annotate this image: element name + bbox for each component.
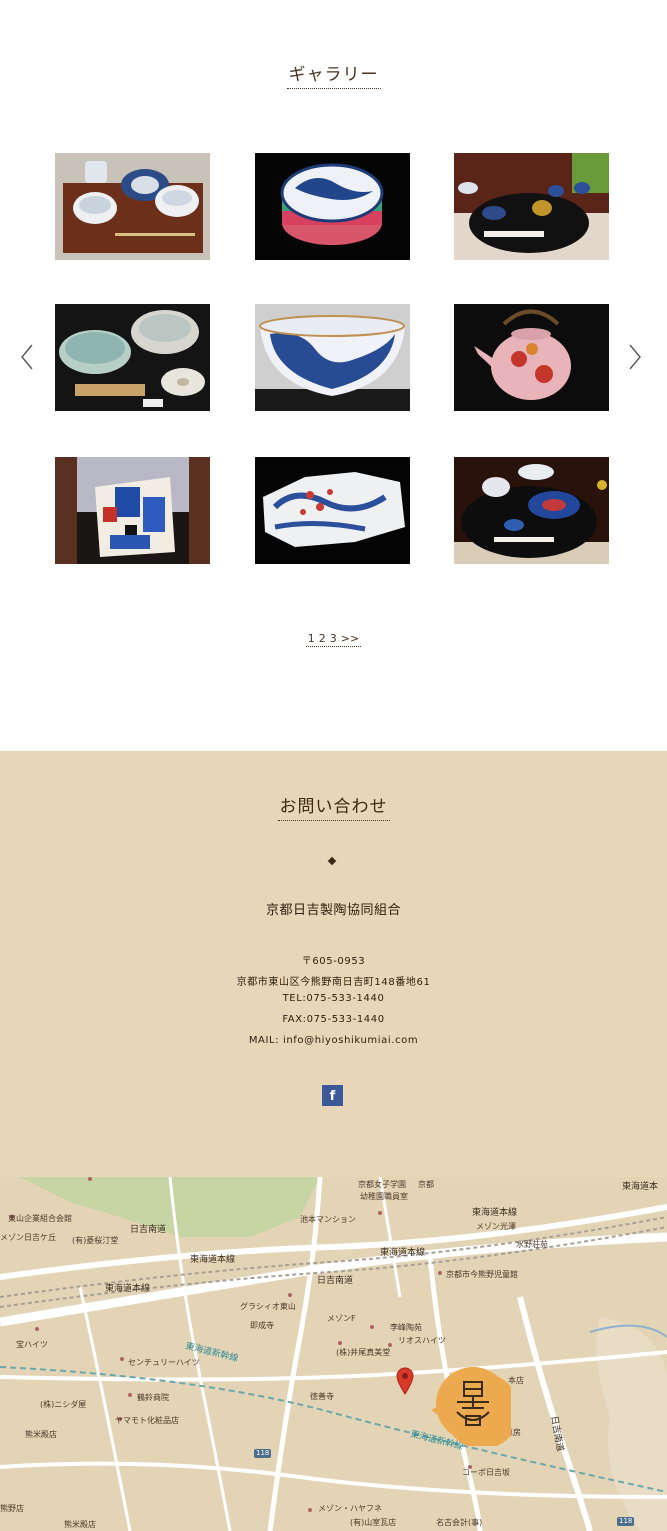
map-label: リオスハイツ xyxy=(398,1336,446,1345)
gallery-next-button[interactable] xyxy=(627,342,643,372)
gallery-photo-2[interactable] xyxy=(255,153,410,260)
map-label: メゾンF xyxy=(327,1314,356,1323)
map-label: 京都市今熊野児童館 xyxy=(446,1270,518,1279)
pagination-links: 1 2 3 >> xyxy=(305,632,362,647)
pottery-photo xyxy=(255,304,410,411)
map-base xyxy=(0,1177,667,1531)
facebook-icon[interactable]: f xyxy=(322,1085,343,1106)
map-label: ヤマモト化粧品店 xyxy=(115,1416,179,1425)
map-label: 京都 xyxy=(418,1180,434,1189)
map-label: 東山企業組合会館 xyxy=(8,1214,72,1223)
gallery-title: ギャラリー xyxy=(0,60,667,89)
gallery-photo-5[interactable] xyxy=(255,304,410,411)
pottery-photo xyxy=(255,153,410,260)
map-road-label: 東海道本 xyxy=(622,1182,659,1192)
map-label: 池本マンション xyxy=(300,1215,356,1224)
map-label: (株)ニシダ屋 xyxy=(40,1400,87,1409)
map-label: 水野荘苑 xyxy=(516,1240,548,1249)
chevron-left-icon xyxy=(21,344,33,370)
pottery-photo xyxy=(454,153,609,260)
map-road-label: 東海道本線 xyxy=(190,1255,236,1265)
gallery-prev-button[interactable] xyxy=(19,342,35,372)
map-label: メゾン日吉ケ丘 xyxy=(0,1233,56,1242)
map-road-label: 東海道本線 xyxy=(105,1284,151,1294)
map-road-label: 日吉南道 xyxy=(317,1276,354,1286)
map-label: 鶴鈴商院 xyxy=(137,1393,169,1402)
gallery-photo-8[interactable] xyxy=(255,457,410,564)
gallery-photo-9[interactable] xyxy=(454,457,609,564)
fax-text: FAX:075-533-1440 xyxy=(282,1014,385,1025)
page-link-2[interactable]: 2 xyxy=(319,632,326,645)
map-label: (株)井尾真美堂 xyxy=(336,1348,391,1357)
gallery-photo-7[interactable] xyxy=(55,457,210,564)
map-label: 熊野店 xyxy=(0,1504,24,1513)
page-link-1[interactable]: 1 xyxy=(308,632,315,645)
map-label: 熊米殿店 xyxy=(25,1430,57,1439)
map-label: コーポ日吉坂 xyxy=(462,1468,510,1477)
map-label: 京都女子学園 xyxy=(358,1180,406,1189)
map-label: 李峰陶苑 xyxy=(390,1323,422,1332)
contact-title: お問い合わせ xyxy=(0,792,667,821)
map-road-label: 東海道本線 xyxy=(472,1208,518,1218)
map-label: 即成寺 xyxy=(250,1321,274,1330)
pottery-photo xyxy=(454,304,609,411)
gallery-photo-3[interactable] xyxy=(454,153,609,260)
pottery-photo xyxy=(454,457,609,564)
map-label: メゾン光澤 xyxy=(476,1222,516,1231)
chevron-right-icon xyxy=(629,344,641,370)
organization-name: 京都日吉製陶協同組合 xyxy=(265,903,401,918)
map-label: 熊米殿店 xyxy=(64,1520,96,1529)
address-text: 京都市東山区今熊野南日吉町148番地61 xyxy=(236,977,431,988)
page-link-3[interactable]: 3 xyxy=(330,632,337,645)
hiyoshi-logo-marker[interactable] xyxy=(427,1362,511,1446)
tel-text: TEL:075-533-1440 xyxy=(282,993,385,1004)
pottery-photo xyxy=(55,457,210,564)
map-label: 徳善寺 xyxy=(310,1392,334,1401)
pottery-photo xyxy=(255,457,410,564)
map-pin-icon xyxy=(396,1367,414,1395)
map-label: メゾン・ハヤフネ xyxy=(318,1504,382,1513)
gallery-photo-6[interactable] xyxy=(454,304,609,411)
postal-code: 〒605-0953 xyxy=(301,956,366,967)
map-label: センチュリーハイツ xyxy=(128,1358,200,1367)
map-road-label: 日吉南道 xyxy=(130,1225,167,1235)
diamond-divider-icon xyxy=(327,856,337,866)
mail-text[interactable]: MAIL: info@hiyoshikumiai.com xyxy=(0,1035,667,1046)
contact-section: お問い合わせ 京都日吉製陶協同組合 〒605-0953 京都市東山区今熊野南日吉… xyxy=(0,751,667,1177)
route-118-badge: 118 xyxy=(254,1449,272,1458)
pottery-photo xyxy=(55,304,210,411)
map-label: 宝ハイツ xyxy=(16,1340,48,1349)
hiyoshi-logo-icon xyxy=(431,1367,511,1446)
pottery-photo xyxy=(55,153,210,260)
gallery-pagination: 1 2 3 >> xyxy=(0,632,667,647)
gallery-photo-1[interactable] xyxy=(55,153,210,260)
map-section[interactable]: 東山企業組合会館 メゾン日吉ケ丘 (有)菱桜汀堂 日吉南道 東海道本線 東海道本… xyxy=(0,1177,667,1531)
map-label: (有)菱桜汀堂 xyxy=(72,1236,119,1245)
map-label: (有)山室瓦店 xyxy=(350,1518,397,1527)
map-label: 名古会計(事) xyxy=(436,1518,483,1527)
map-label: グラシィオ東山 xyxy=(240,1302,296,1311)
gallery-photo-4[interactable] xyxy=(55,304,210,411)
map-label: 幼稚園職員室 xyxy=(360,1192,408,1201)
page-next-link[interactable]: >> xyxy=(341,632,359,645)
route-118-badge: 118 xyxy=(617,1517,635,1526)
gallery-section: ギャラリー 1 2 3 >> xyxy=(0,0,667,750)
map-pin-icon[interactable] xyxy=(396,1367,414,1395)
map-road-label: 東海道本線 xyxy=(380,1248,426,1258)
